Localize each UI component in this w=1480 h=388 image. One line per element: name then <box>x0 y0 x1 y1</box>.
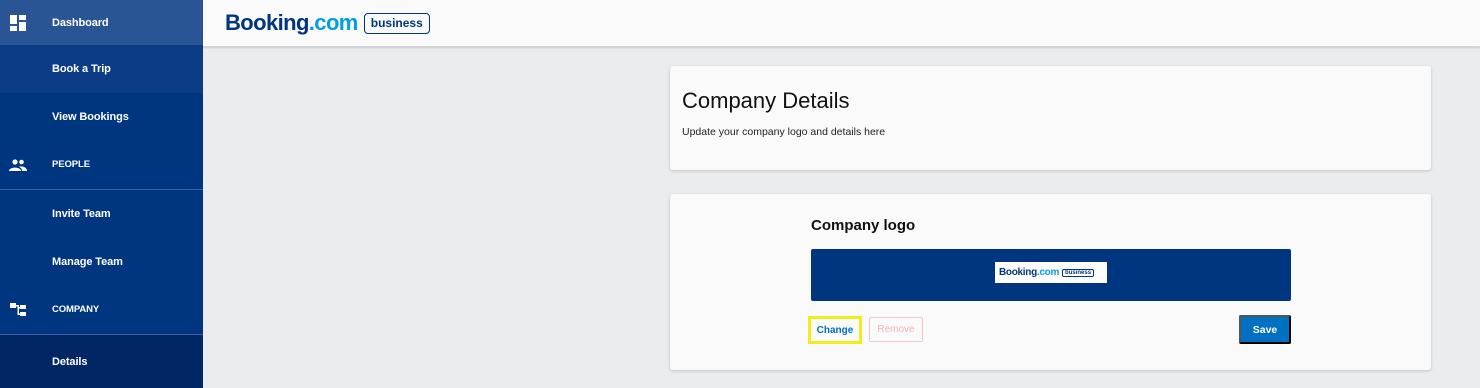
brand-domain: .com <box>308 10 359 35</box>
page-title: Company Details <box>682 88 850 113</box>
sidebar-section-company: COMPANY <box>0 286 203 333</box>
sidebar-item-manage-team[interactable]: Manage Team <box>0 238 203 285</box>
page-subtitle: Update your company logo and details her… <box>682 126 886 138</box>
company-logo-heading: Company logo <box>811 217 916 234</box>
brand-name: Booking <box>225 10 309 35</box>
change-logo-button[interactable]: Change <box>808 316 862 344</box>
sidebar-item-label: View Bookings <box>52 110 129 123</box>
people-icon <box>9 156 27 174</box>
brand-badge: business <box>363 12 430 34</box>
sidebar-item-label: Book a Trip <box>52 63 111 75</box>
logo-brand-badge: business <box>1062 268 1095 277</box>
logo-brand-domain: .com <box>1036 267 1060 278</box>
sidebar-item-label: Details <box>52 355 88 368</box>
sidebar-section-label: COMPANY <box>52 304 100 315</box>
remove-logo-button[interactable]: Remove <box>869 317 923 342</box>
sidebar-item-view-bookings[interactable]: View Bookings <box>0 93 203 140</box>
sidebar-item-book-a-trip[interactable]: Book a Trip <box>0 45 203 93</box>
company-icon <box>9 301 27 319</box>
sidebar-item-details[interactable]: Details <box>0 335 203 388</box>
sidebar-section-people: PEOPLE <box>0 141 203 188</box>
logo-image: Booking .com business <box>995 262 1107 283</box>
sidebar: Dashboard Book a Trip View Bookings PEOP… <box>0 0 203 388</box>
sidebar-section-label: PEOPLE <box>52 159 90 170</box>
sidebar-item-label: Manage Team <box>52 255 123 268</box>
save-button[interactable]: Save <box>1239 315 1291 344</box>
company-logo-preview: Booking .com business <box>811 249 1291 301</box>
sidebar-item-label: Invite Team <box>52 207 111 220</box>
company-details-card: Company Details Update your company logo… <box>670 66 1431 170</box>
sidebar-item-dashboard[interactable]: Dashboard <box>0 0 203 45</box>
sidebar-item-label: Dashboard <box>52 16 109 29</box>
logo-brand-name: Booking <box>999 267 1037 278</box>
dashboard-icon <box>9 14 27 32</box>
sidebar-item-invite-team[interactable]: Invite Team <box>0 190 203 237</box>
company-logo-card: Company logo Booking .com business Change… <box>670 194 1431 370</box>
top-header: Booking .com business <box>203 0 1480 47</box>
brand-logo[interactable]: Booking .com business <box>225 10 430 36</box>
